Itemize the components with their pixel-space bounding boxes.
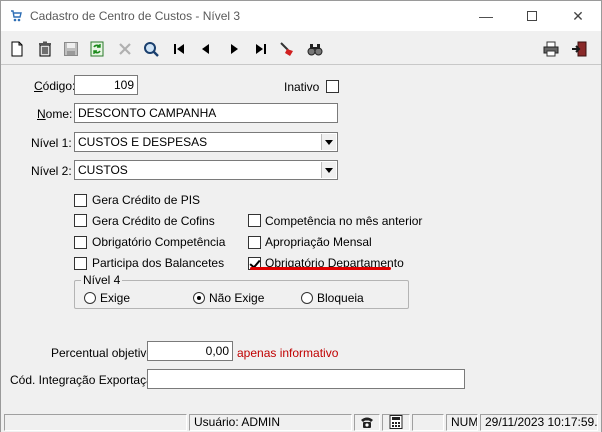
refresh-icon bbox=[90, 41, 104, 57]
maximize-button[interactable] bbox=[509, 1, 555, 31]
status-datetime: 29/11/2023 10:17:59... bbox=[480, 414, 598, 431]
app-icon bbox=[11, 10, 22, 22]
radio-bloqueia[interactable] bbox=[301, 292, 313, 304]
toolbar bbox=[1, 37, 601, 65]
nivel1-value: CUSTOS E DESPESAS bbox=[78, 135, 208, 149]
nivel1-select[interactable]: CUSTOS E DESPESAS bbox=[74, 132, 338, 152]
save-button[interactable] bbox=[61, 39, 83, 61]
apropriacao-mensal-checkbox[interactable] bbox=[248, 236, 261, 249]
gera-credito-pis-checkbox[interactable] bbox=[74, 194, 87, 207]
minimize-button[interactable]: — bbox=[463, 1, 509, 31]
toolbar-separator bbox=[1, 64, 601, 65]
last-record-button[interactable] bbox=[251, 39, 273, 61]
status-cell-empty bbox=[4, 414, 187, 431]
save-icon bbox=[64, 42, 78, 56]
inativo-checkbox[interactable] bbox=[326, 80, 339, 93]
participa-balancetes-label: Participa dos Balancetes bbox=[92, 256, 225, 270]
gera-credito-pis-label: Gera Crédito de PIS bbox=[92, 193, 201, 207]
previous-record-button[interactable] bbox=[195, 39, 217, 61]
status-cell-blank bbox=[412, 414, 444, 431]
competencia-mes-anterior-checkbox[interactable] bbox=[248, 214, 261, 227]
clear-filter-button[interactable] bbox=[277, 39, 299, 61]
radio-bloqueia-label: Bloqueia bbox=[317, 291, 364, 305]
gera-credito-cofins-checkbox[interactable] bbox=[74, 214, 87, 227]
app-window: Cadastro de Centro de Custos - Nível 3 —… bbox=[0, 0, 602, 432]
codigo-field[interactable]: 109 bbox=[74, 75, 138, 95]
nivel2-dropdown-icon[interactable] bbox=[321, 162, 336, 178]
integracao-field[interactable] bbox=[147, 369, 465, 389]
nome-field[interactable]: DESCONTO CAMPANHA bbox=[74, 103, 338, 123]
nome-label-rest: ome: bbox=[45, 107, 73, 121]
close-button[interactable]: ✕ bbox=[555, 1, 601, 31]
status-bar: Usuário: ADMIN NUM 29/11/2023 10:17:59..… bbox=[1, 412, 601, 432]
next-record-button[interactable] bbox=[225, 39, 247, 61]
status-user: Usuário: ADMIN bbox=[189, 414, 352, 431]
search-button[interactable] bbox=[141, 39, 163, 61]
inativo-label: Inativo bbox=[284, 80, 320, 94]
cancel-icon bbox=[119, 43, 131, 55]
nivel2-value: CUSTOS bbox=[78, 163, 128, 177]
status-phone[interactable] bbox=[354, 414, 380, 431]
new-button[interactable] bbox=[7, 39, 29, 61]
phone-icon bbox=[361, 417, 373, 428]
refresh-button[interactable] bbox=[87, 39, 109, 61]
clear-filter-icon bbox=[280, 42, 293, 56]
status-num: NUM bbox=[446, 414, 478, 431]
obrigatorio-competencia-label: Obrigatório Competência bbox=[92, 235, 226, 249]
exit-icon bbox=[572, 41, 587, 57]
percentual-field[interactable]: 0,00 bbox=[147, 341, 233, 361]
radio-exige-label: Exige bbox=[100, 291, 131, 305]
highlight-underline bbox=[250, 267, 391, 270]
integracao-label: Cód. Integração Exportação: bbox=[10, 373, 163, 387]
nome-label: Nome: bbox=[37, 107, 73, 121]
previous-record-icon bbox=[202, 44, 209, 54]
participa-balancetes-checkbox[interactable] bbox=[74, 257, 87, 270]
new-document-icon bbox=[11, 41, 23, 57]
status-calculator[interactable] bbox=[382, 414, 410, 431]
calculator-icon bbox=[389, 415, 403, 429]
radio-nao-exige-label: Não Exige bbox=[209, 291, 265, 305]
percentual-note: apenas informativo bbox=[237, 346, 339, 360]
exit-button[interactable] bbox=[569, 39, 591, 61]
first-record-icon bbox=[174, 44, 184, 54]
delete-button[interactable] bbox=[35, 39, 57, 61]
find-icon bbox=[307, 44, 323, 56]
find-button[interactable] bbox=[305, 39, 327, 61]
first-record-button[interactable] bbox=[169, 39, 191, 61]
codigo-label-rest: ódigo: bbox=[42, 79, 76, 93]
next-record-icon bbox=[231, 44, 238, 54]
title-bar[interactable]: Cadastro de Centro de Custos - Nível 3 —… bbox=[1, 1, 601, 31]
radio-nao-exige[interactable] bbox=[193, 292, 205, 304]
radio-exige[interactable] bbox=[84, 292, 96, 304]
nivel2-select[interactable]: CUSTOS bbox=[74, 160, 338, 180]
codigo-label: Código: bbox=[34, 79, 76, 93]
cancel-button[interactable] bbox=[115, 39, 137, 61]
search-icon bbox=[144, 42, 159, 57]
nivel4-title: Nível 4 bbox=[81, 273, 123, 287]
print-button[interactable] bbox=[541, 39, 563, 61]
percentual-label: Percentual objetivo: bbox=[51, 346, 157, 360]
gera-credito-cofins-label: Gera Crédito de Cofins bbox=[92, 214, 215, 228]
competencia-mes-anterior-label: Competência no mês anterior bbox=[265, 214, 423, 228]
maximize-icon bbox=[527, 11, 537, 21]
nivel1-dropdown-icon[interactable] bbox=[321, 134, 336, 150]
delete-icon bbox=[39, 41, 51, 57]
last-record-icon bbox=[256, 44, 266, 54]
apropriacao-mensal-label: Apropriação Mensal bbox=[265, 235, 372, 249]
print-icon bbox=[543, 41, 559, 57]
obrigatorio-competencia-checkbox[interactable] bbox=[74, 236, 87, 249]
nivel2-label: Nível 2: bbox=[31, 164, 72, 178]
nivel1-label: Nível 1: bbox=[31, 136, 72, 150]
window-title: Cadastro de Centro de Custos - Nível 3 bbox=[30, 9, 241, 23]
